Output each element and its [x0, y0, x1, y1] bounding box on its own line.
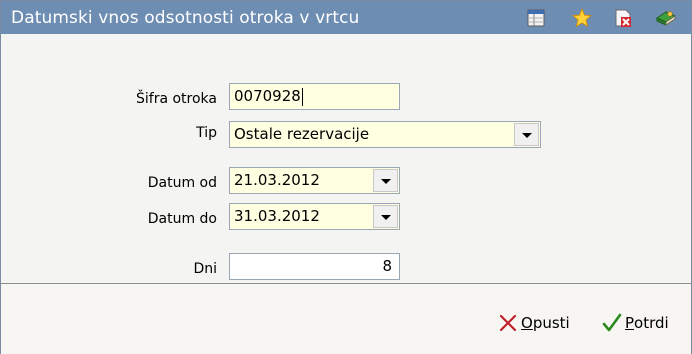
close-document-icon[interactable]	[613, 8, 633, 28]
dni-label: Dni	[193, 261, 217, 277]
potrdi-label-accesskey: P	[625, 314, 635, 332]
table-icon[interactable]	[526, 8, 546, 28]
tip-select[interactable]: Ostale rezervacije	[229, 121, 541, 148]
tip-dropdown-button[interactable]	[514, 123, 539, 146]
dni-input[interactable]: 8	[229, 253, 400, 280]
datum-do-input[interactable]: 31.03.2012	[229, 203, 400, 230]
opusti-label: pusti	[532, 314, 570, 332]
opusti-button[interactable]: Opusti	[498, 310, 570, 336]
potrdi-label: otrdi	[634, 314, 669, 332]
cancel-x-icon	[498, 313, 518, 333]
sifra-otroka-input[interactable]: 0070928	[229, 83, 400, 110]
star-icon[interactable]	[571, 7, 593, 28]
window-title: Datumski vnos odsotnosti otroka v vrtcu	[11, 8, 360, 28]
checkmark-icon	[601, 312, 623, 334]
dialog-window: Datumski vnos odsotnosti otroka v vrtcu	[0, 0, 692, 354]
button-bar: Opusti Potrdi	[1, 283, 691, 354]
sifra-otroka-label: Šifra otroka	[136, 91, 217, 107]
potrdi-button[interactable]: Potrdi	[601, 310, 669, 336]
book-icon[interactable]	[655, 8, 677, 28]
title-bar: Datumski vnos odsotnosti otroka v vrtcu	[1, 1, 691, 34]
datum-do-label: Datum do	[147, 211, 217, 227]
text-cursor	[301, 87, 303, 106]
form-area: Šifra otroka 0070928 Tip Ostale rezervac…	[1, 35, 691, 283]
tip-label: Tip	[196, 125, 217, 141]
datum-od-dropdown-button[interactable]	[373, 169, 398, 192]
datum-od-input[interactable]: 21.03.2012	[229, 167, 400, 194]
opusti-label-accesskey: O	[521, 314, 533, 332]
datum-od-label: Datum od	[147, 175, 217, 191]
datum-do-dropdown-button[interactable]	[373, 205, 398, 228]
